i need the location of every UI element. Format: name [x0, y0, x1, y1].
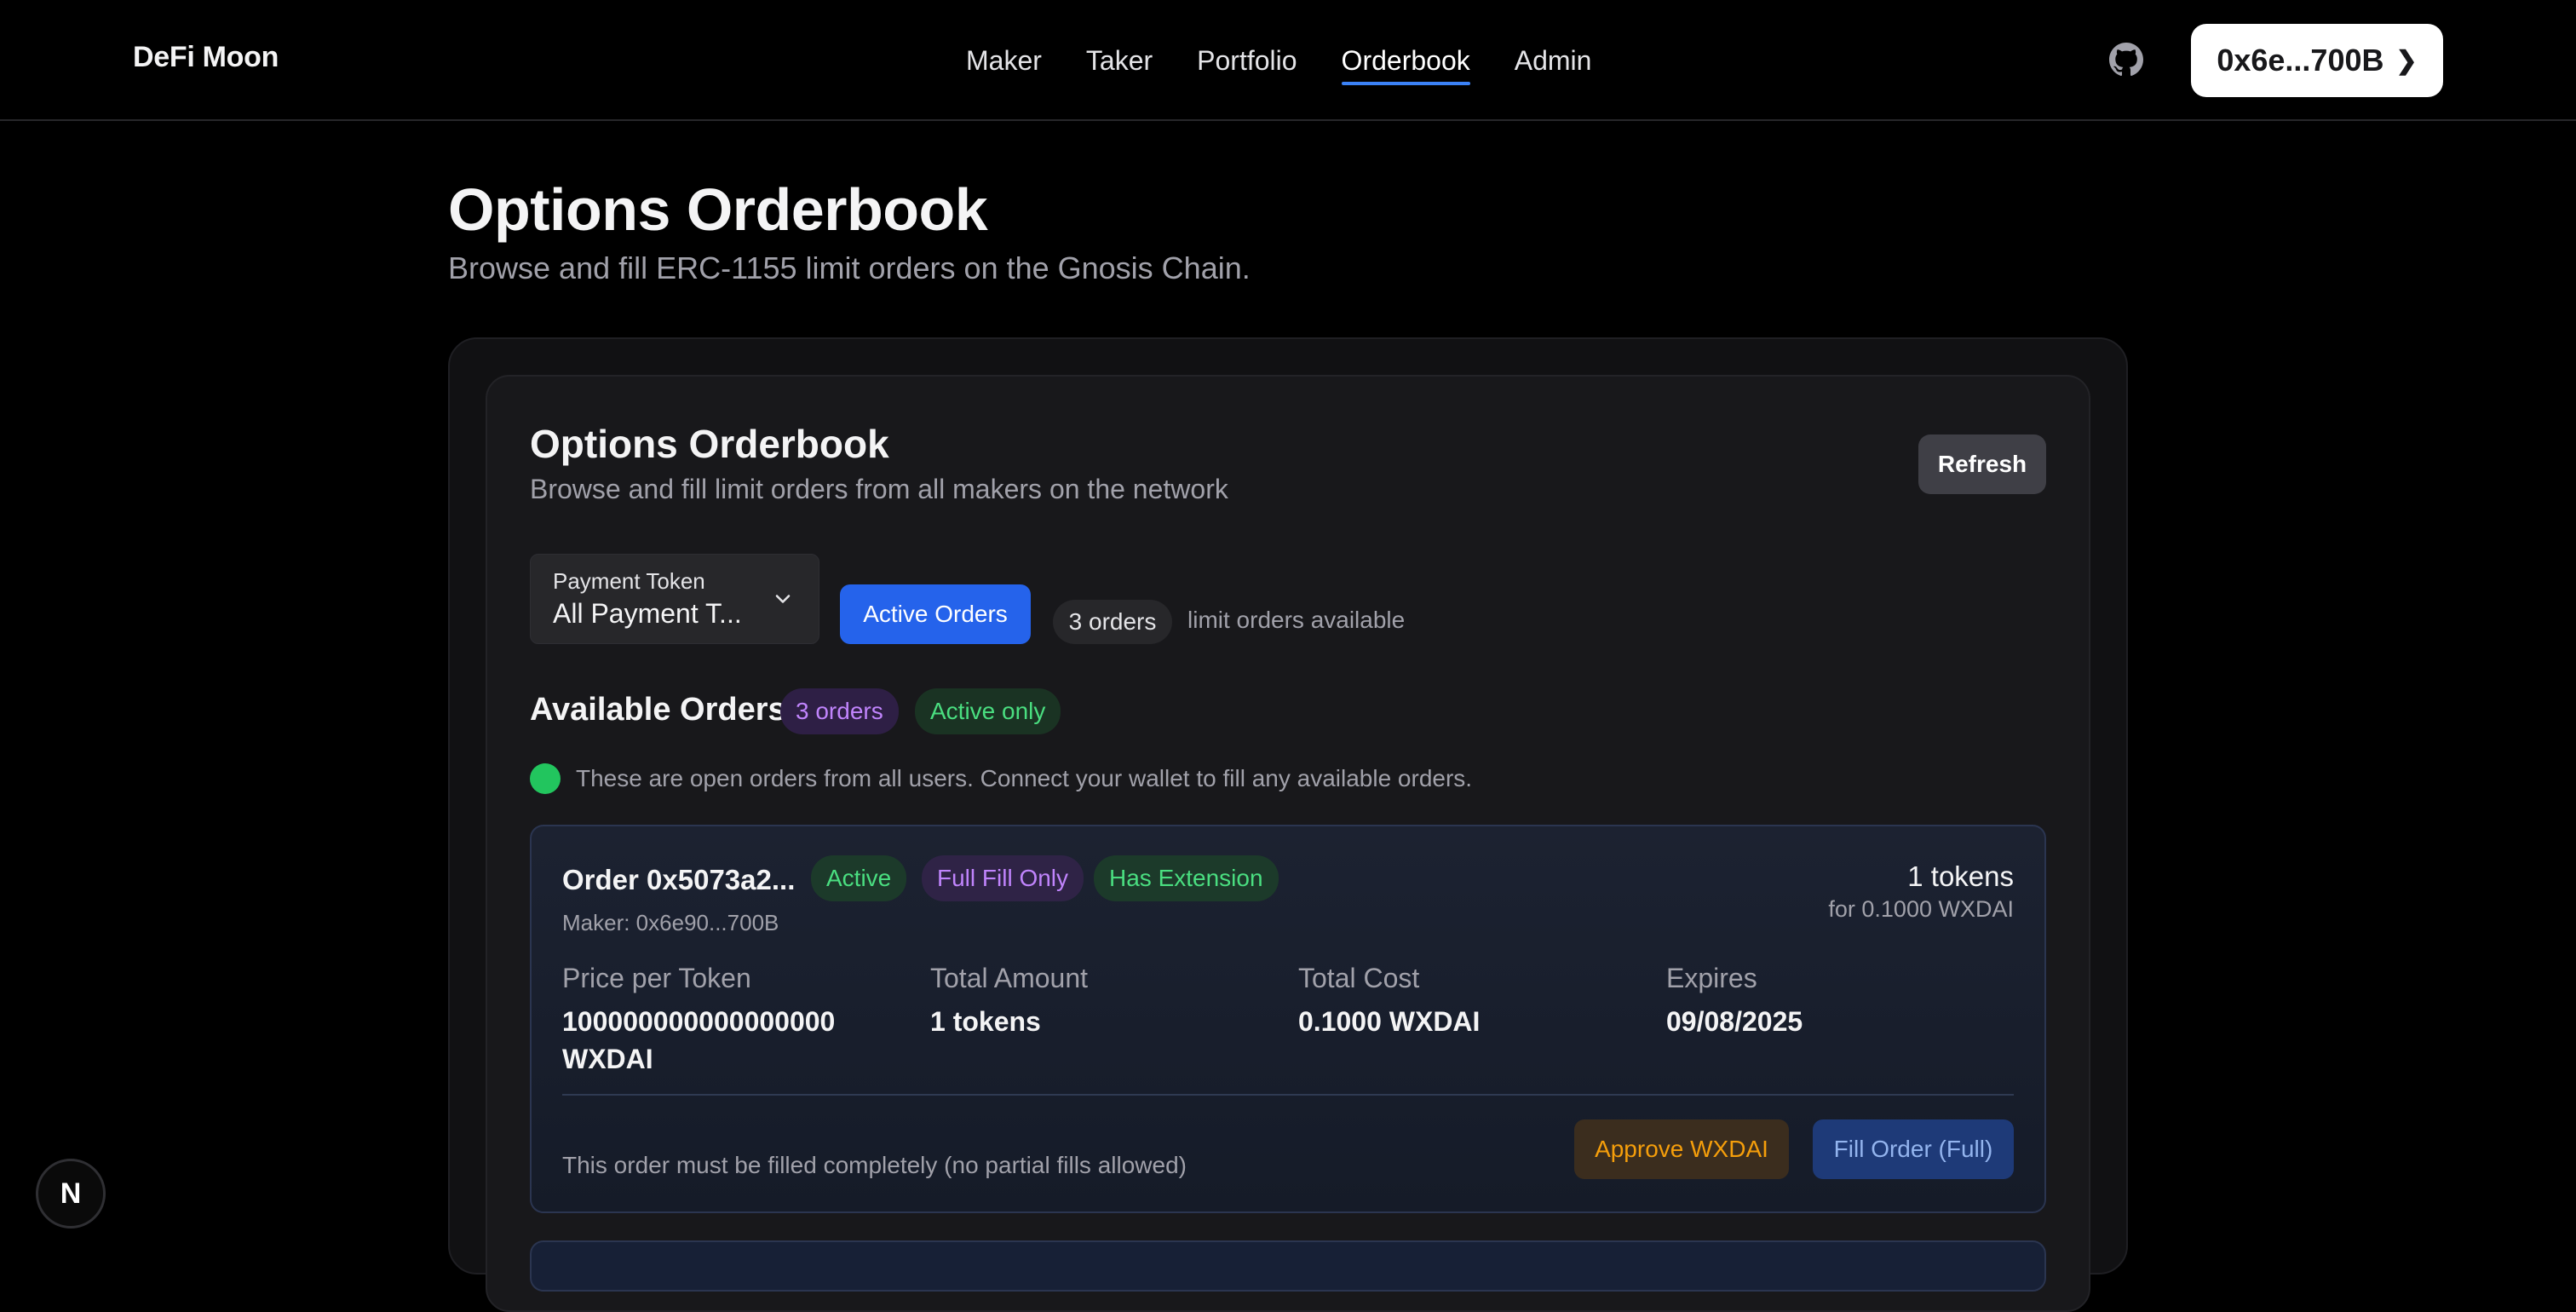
field-value: 100000000000000000 WXDAI	[562, 1006, 836, 1074]
order-cost-summary: for 0.1000 WXDAI	[1828, 896, 2014, 922]
order-divider	[562, 1094, 2014, 1096]
field-label: Total Cost	[1298, 963, 1420, 993]
brand-logo[interactable]: DeFi Moon	[133, 41, 279, 74]
card-subtitle: Browse and fill limit orders from all ma…	[530, 474, 1228, 504]
payment-token-label: Payment Token	[553, 568, 705, 594]
chevron-down-icon: ❯	[2395, 46, 2418, 75]
info-text: These are open orders from all users. Co…	[576, 765, 1473, 791]
refresh-button[interactable]: Refresh	[1918, 434, 2046, 494]
order-field-amount: Total Amount 1 tokens	[930, 963, 1288, 1040]
field-value: 1 tokens	[930, 1006, 1041, 1037]
order-note: This order must be filled completely (no…	[562, 1152, 1187, 1178]
approve-wxdai-button[interactable]: Approve WXDAI	[1574, 1119, 1789, 1179]
order-fill-type-badge: Full Fill Only	[922, 855, 1084, 901]
order-card	[530, 1240, 2046, 1292]
nextjs-badge-icon[interactable]: N	[36, 1159, 106, 1229]
field-label: Expires	[1666, 963, 1757, 993]
payment-token-select[interactable]: Payment Token All Payment T...	[530, 554, 819, 644]
status-dot-icon	[530, 763, 561, 794]
main-nav: Maker Taker Portfolio Orderbook Admin	[966, 43, 1636, 85]
fill-order-button[interactable]: Fill Order (Full)	[1813, 1119, 2014, 1179]
order-title: Order 0x5073a2...	[562, 864, 796, 895]
order-amount-summary: 1 tokens	[1907, 860, 2014, 892]
order-maker: Maker: 0x6e90...700B	[562, 910, 779, 935]
order-field-expires: Expires 09/08/2025	[1666, 963, 2024, 1040]
page-title: Options Orderbook	[448, 176, 988, 243]
nav-taker[interactable]: Taker	[1086, 43, 1153, 85]
field-value: 09/08/2025	[1666, 1006, 1803, 1037]
card-title: Options Orderbook	[530, 422, 889, 466]
payment-token-value: All Payment T...	[553, 598, 742, 629]
order-extension-badge: Has Extension	[1094, 855, 1279, 901]
field-label: Price per Token	[562, 963, 751, 993]
active-only-badge: Active only	[915, 688, 1061, 734]
github-icon[interactable]	[2109, 43, 2143, 77]
top-header: DeFi Moon Maker Taker Portfolio Orderboo…	[0, 0, 2576, 121]
nav-portfolio[interactable]: Portfolio	[1197, 43, 1297, 85]
wallet-button[interactable]: 0x6e...700B ❯	[2191, 24, 2443, 97]
page-subtitle: Browse and fill ERC-1155 limit orders on…	[448, 250, 1251, 285]
nav-orderbook[interactable]: Orderbook	[1341, 43, 1470, 85]
nav-maker[interactable]: Maker	[966, 43, 1042, 85]
active-orders-toggle[interactable]: Active Orders	[840, 584, 1031, 644]
field-label: Total Amount	[930, 963, 1088, 993]
order-status-badge: Active	[811, 855, 907, 901]
wallet-address: 0x6e...700B	[2217, 43, 2384, 78]
nav-admin[interactable]: Admin	[1515, 43, 1592, 85]
order-field-cost: Total Cost 0.1000 WXDAI	[1298, 963, 1656, 1040]
available-count-badge: 3 orders	[780, 688, 899, 734]
available-orders-title: Available Orders	[530, 692, 786, 728]
field-value: 0.1000 WXDAI	[1298, 1006, 1481, 1037]
order-field-price: Price per Token 100000000000000000 WXDAI	[562, 963, 920, 1078]
chevron-down-icon	[775, 595, 791, 603]
orders-available-text: limit orders available	[1187, 607, 1406, 633]
orders-count-badge: 3 orders	[1053, 600, 1172, 644]
